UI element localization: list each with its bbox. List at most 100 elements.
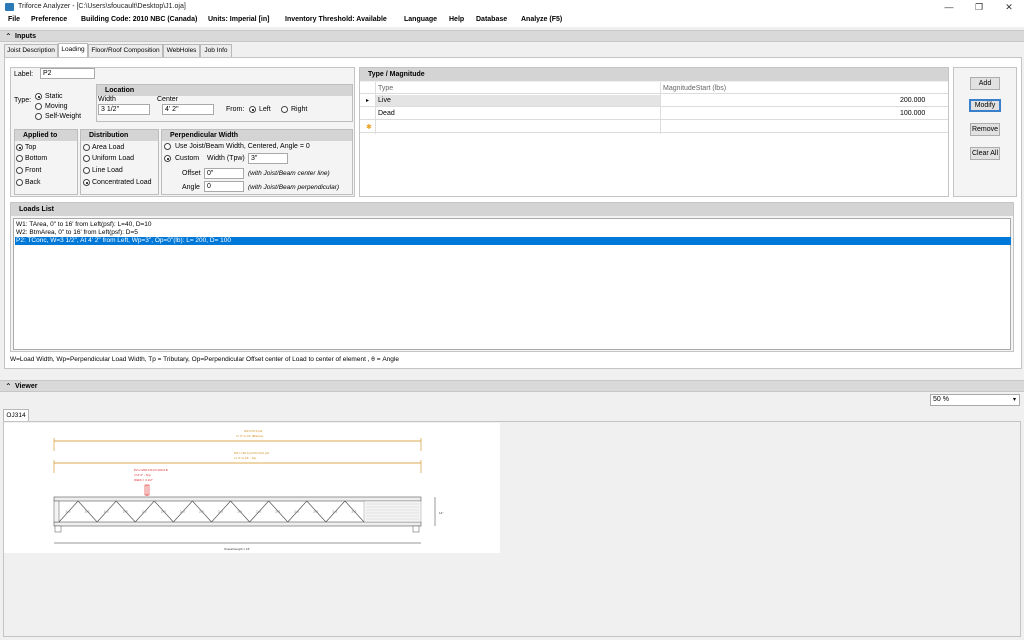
location-header: Location bbox=[97, 85, 352, 96]
web-label: 2x3 bbox=[123, 510, 128, 514]
dist-line-radio[interactable] bbox=[83, 167, 90, 174]
zoom-value: 50 % bbox=[933, 396, 949, 403]
app-icon bbox=[5, 3, 14, 11]
tab-webholes[interactable]: WebHoles bbox=[163, 44, 200, 57]
perp-custom-radio[interactable] bbox=[164, 155, 171, 162]
from-left-label: Left bbox=[259, 106, 271, 113]
bottom-chord bbox=[53, 521, 422, 527]
menu-language[interactable]: Language bbox=[404, 16, 437, 23]
minimize-button[interactable]: — bbox=[934, 0, 964, 14]
type-moving-label: Moving bbox=[45, 103, 68, 110]
inputs-section-title: Inputs bbox=[15, 33, 36, 40]
legend-note: W=Load Width, Wp=Perpendicular Load Widt… bbox=[10, 356, 399, 363]
web-label: 2x3 bbox=[256, 510, 261, 514]
new-row-icon: ✱ bbox=[366, 124, 372, 131]
grid-cell-divider bbox=[660, 94, 661, 134]
applied-bottom-radio[interactable] bbox=[16, 155, 23, 162]
type-self-weight-radio[interactable] bbox=[35, 113, 42, 120]
viewer-section-title: Viewer bbox=[15, 383, 38, 390]
menu-help[interactable]: Help bbox=[449, 16, 464, 23]
list-item[interactable]: W1: TArea, 0" to 16' from Left(psf): L=4… bbox=[16, 221, 152, 229]
applied-back-radio[interactable] bbox=[16, 179, 23, 186]
list-item-selected[interactable]: P2: TConc, W=3 1/2", At 4' 2" from Left,… bbox=[15, 237, 1011, 245]
chevron-down-icon: ▾ bbox=[1012, 397, 1016, 403]
perp-offset-note: (with Joist/Beam center line) bbox=[248, 170, 330, 177]
inputs-section-header[interactable]: ⌃ Inputs bbox=[0, 30, 1024, 42]
applied-top-radio[interactable] bbox=[16, 144, 23, 151]
w2-label-line1: W2 D=5.0 psf bbox=[244, 429, 262, 433]
location-center-input[interactable]: 4' 2" bbox=[162, 104, 214, 115]
perp-width-input[interactable]: 3" bbox=[248, 153, 288, 164]
type-self-weight-label: Self-Weight bbox=[45, 113, 82, 120]
support-right bbox=[412, 525, 420, 533]
close-button[interactable]: ✕ bbox=[994, 0, 1024, 14]
live-type-cell[interactable] bbox=[375, 95, 660, 106]
dist-uniform-radio[interactable] bbox=[83, 155, 90, 162]
top-chord bbox=[53, 496, 422, 502]
type-static-label: Static bbox=[45, 93, 63, 100]
web-label: 2x3 bbox=[66, 510, 71, 514]
perp-offset-caption: Offset bbox=[182, 170, 201, 177]
menu-bar: File Preference Building Code: 2010 NBC … bbox=[0, 14, 1024, 27]
modify-button[interactable]: Modify bbox=[969, 99, 1001, 112]
add-button[interactable]: Add bbox=[970, 77, 1000, 90]
live-magnitude-value[interactable]: 200.000 bbox=[900, 97, 925, 104]
restore-button[interactable]: ❐ bbox=[964, 0, 994, 14]
applied-front-radio[interactable] bbox=[16, 167, 23, 174]
type-static-radio[interactable] bbox=[35, 93, 42, 100]
remove-button[interactable]: Remove bbox=[970, 123, 1000, 136]
support-left bbox=[54, 525, 62, 533]
grid-row-dead[interactable]: Dead 100.000 bbox=[360, 108, 948, 120]
web-label: 2x3 bbox=[180, 510, 185, 514]
location-width-input[interactable]: 3 1/2" bbox=[98, 104, 150, 115]
web-label: 2x3 bbox=[294, 510, 299, 514]
tab-oj314[interactable]: OJ314 bbox=[3, 409, 29, 421]
grid-new-row[interactable]: ✱ bbox=[360, 121, 948, 133]
perp-angle-input[interactable]: 0 bbox=[204, 181, 244, 192]
menu-preference[interactable]: Preference bbox=[31, 16, 67, 23]
type-magnitude-header: Type / Magnitude bbox=[360, 68, 948, 81]
grid-header-row: Type MagnitudeStart (lbs) bbox=[360, 82, 948, 94]
perp-angle-caption: Angle bbox=[182, 184, 200, 191]
menu-database[interactable]: Database bbox=[476, 16, 507, 23]
loads-listbox[interactable]: W1: TArea, 0" to 16' from Left(psf): L=4… bbox=[13, 218, 1011, 350]
menu-analyze[interactable]: Analyze (F5) bbox=[521, 16, 562, 23]
menu-file[interactable]: File bbox=[8, 16, 20, 23]
dist-concentrated-radio[interactable] bbox=[83, 179, 90, 186]
applied-to-header: Applied to bbox=[15, 130, 77, 141]
applied-bottom-label: Bottom bbox=[25, 155, 48, 162]
perp-joist-width-label: Use Joist/Beam Width, Centered, Angle = … bbox=[175, 143, 310, 150]
grid-col-divider bbox=[660, 82, 661, 94]
from-caption: From: bbox=[226, 106, 245, 113]
web-label: 2x3 bbox=[332, 510, 337, 514]
grid-row-live[interactable]: ▸ Live 200.000 bbox=[360, 95, 948, 107]
web-label: 2x3 bbox=[351, 510, 356, 514]
tab-job-info[interactable]: Job Info bbox=[200, 44, 232, 57]
chevron-up-icon: ⌃ bbox=[5, 32, 12, 41]
tab-joist-description[interactable]: Joist Description bbox=[4, 44, 58, 57]
perp-joist-width-radio[interactable] bbox=[164, 143, 171, 150]
window-title: Triforce Analyzer - [C:\Users\sfoucault\… bbox=[18, 3, 186, 10]
grid-col-magnitude: MagnitudeStart (lbs) bbox=[663, 85, 727, 92]
grid-col-type: Type bbox=[378, 85, 394, 92]
tab-floor-roof-composition[interactable]: Floor/Roof Composition bbox=[88, 44, 163, 57]
zoom-select[interactable]: 50 % ▾ bbox=[930, 394, 1020, 406]
depth-label: 14" bbox=[439, 511, 443, 515]
perp-offset-input[interactable]: 0" bbox=[204, 168, 244, 179]
from-left-radio[interactable] bbox=[249, 106, 256, 113]
viewer-section-header[interactable]: ⌃ Viewer bbox=[0, 380, 1024, 392]
menu-building-code[interactable]: Building Code: 2010 NBC (Canada) bbox=[81, 16, 197, 23]
label-input[interactable]: P2 bbox=[40, 68, 95, 79]
dist-uniform-label: Uniform Load bbox=[92, 155, 135, 162]
menu-inventory-threshold[interactable]: Inventory Threshold: Available bbox=[285, 16, 387, 23]
tab-loading[interactable]: Loading bbox=[58, 43, 88, 57]
from-right-radio[interactable] bbox=[281, 106, 288, 113]
location-center-caption: Center bbox=[157, 96, 179, 103]
list-item[interactable]: W2: BtmArea, 0" to 16' from Left(psf): D… bbox=[16, 229, 138, 237]
dead-magnitude-value[interactable]: 100.000 bbox=[900, 110, 925, 117]
web-label: 2x3 bbox=[199, 510, 204, 514]
dist-area-radio[interactable] bbox=[83, 144, 90, 151]
clear-all-button[interactable]: Clear All bbox=[970, 147, 1000, 160]
type-moving-radio[interactable] bbox=[35, 103, 42, 110]
menu-units[interactable]: Units: Imperial [in] bbox=[208, 16, 269, 23]
